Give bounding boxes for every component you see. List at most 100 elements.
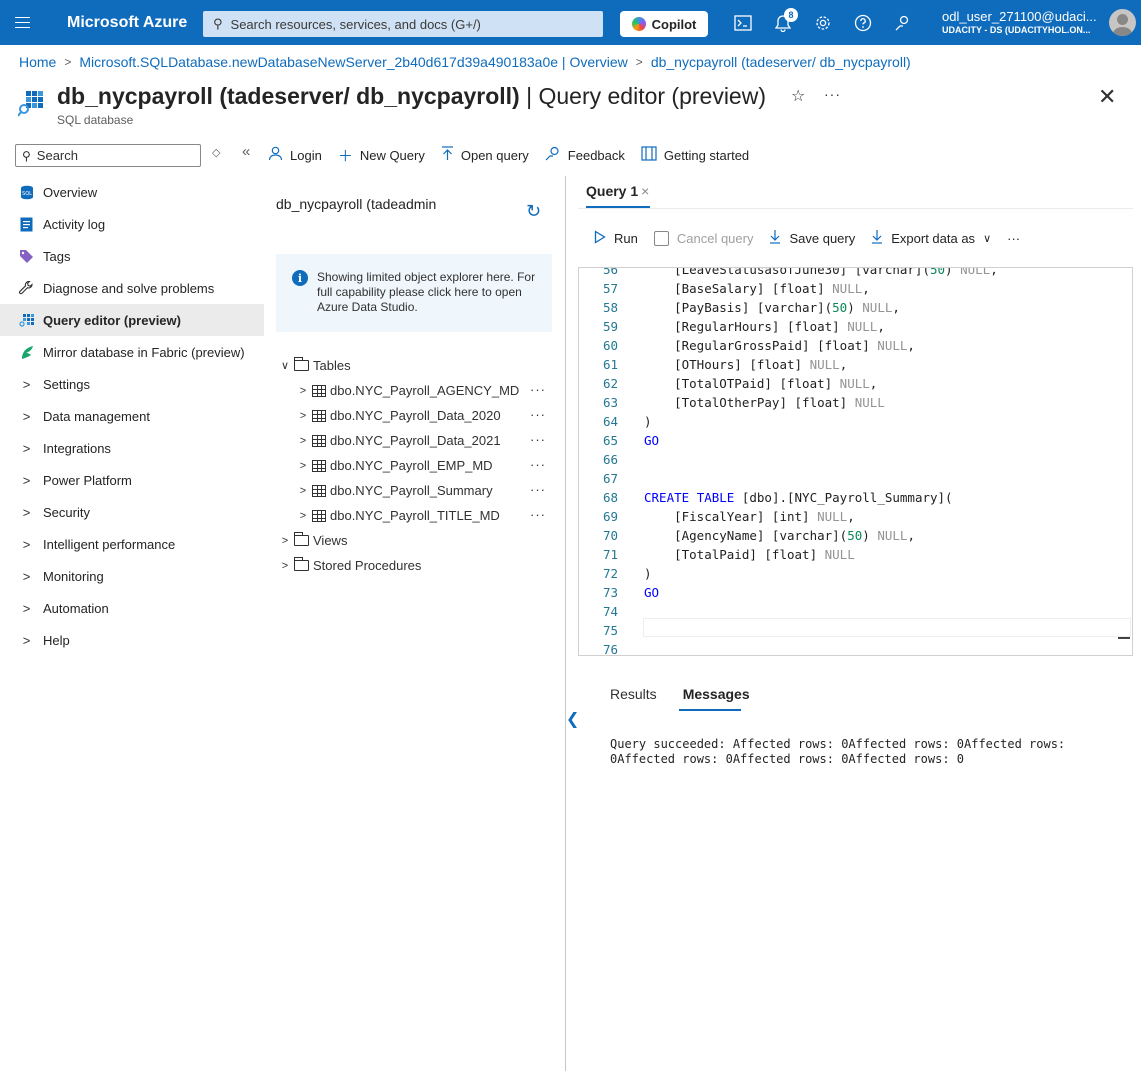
menu-icon[interactable] [0,0,45,45]
export-data-dropdown[interactable]: Export data as ∨ [871,229,991,247]
code-line[interactable]: 60 [RegularGrossPaid] [float] NULL, [579,336,1132,355]
sidebar-item-security[interactable]: > Security [0,496,264,528]
sidebar-item-automation[interactable]: > Automation [0,592,264,624]
avatar[interactable] [1109,9,1136,36]
code-line[interactable]: 67 [579,469,1132,488]
copilot-icon [631,17,646,31]
code-line[interactable]: 65 GO [579,431,1132,450]
feedback-icon[interactable] [892,12,914,34]
more-options-icon[interactable]: ··· [1007,231,1020,246]
cancel-query-button[interactable]: Cancel query [653,230,753,246]
code-line[interactable]: 62 [TotalOTPaid] [float] NULL, [579,374,1132,393]
help-icon[interactable] [852,12,874,34]
code-line[interactable]: 72) [579,564,1132,583]
brand-label[interactable]: Microsoft Azure [67,14,197,32]
pane-splitter[interactable] [565,176,566,1071]
code-line[interactable]: 75 [579,621,1132,640]
sql-code-editor[interactable]: 56 [LeaveStatusasofJune30] [varchar](50)… [578,267,1133,656]
chevron-right-icon: > [635,55,643,69]
open-query-button[interactable]: Open query [441,145,529,165]
sidebar-item-activity-log[interactable]: Activity log [0,208,264,240]
more-options-icon[interactable]: ··· [530,407,546,422]
code-line[interactable]: 76 [579,640,1132,655]
table-icon [312,384,326,397]
info-banner[interactable]: i Showing limited object explorer here. … [276,254,552,332]
settings-gear-icon[interactable] [812,12,834,34]
refresh-icon[interactable]: ↻ [526,201,541,222]
chevron-left-icon[interactable]: ❮ [566,709,579,729]
code-line[interactable]: 73 GO [579,583,1132,602]
code-line[interactable]: 68 CREATE TABLE [dbo].[NYC_Payroll_Summar… [579,488,1132,507]
cloud-shell-icon[interactable] [732,12,754,34]
code-line[interactable]: 64) [579,412,1132,431]
tree-node-table[interactable]: > dbo.NYC_Payroll_TITLE_MD ··· [278,503,558,528]
more-options-icon[interactable]: ··· [530,507,546,522]
tree-node-views[interactable]: > Views [278,528,558,553]
more-options-icon[interactable]: ··· [530,432,546,447]
sidebar-item-power-platform[interactable]: > Power Platform [0,464,264,496]
sidebar-item-overview[interactable]: SQL Overview [0,176,264,208]
save-query-button[interactable]: Save query [769,229,855,247]
tab-results[interactable]: Results [610,686,657,702]
sort-icon[interactable]: ◇ [212,146,220,159]
code-line[interactable]: 61 [OTHours] [float] NULL, [579,355,1132,374]
login-button[interactable]: Login [268,146,322,165]
code-line[interactable]: 66 [579,450,1132,469]
person-icon [268,146,283,165]
copilot-button[interactable]: Copilot [620,11,708,37]
more-options-icon[interactable]: ··· [530,457,546,472]
tree-node-tables[interactable]: ∨ Tables [278,353,558,378]
sidebar-item-label: Tags [43,248,71,264]
getting-started-button[interactable]: Getting started [641,145,749,165]
sidebar-item-mirror-fabric[interactable]: Mirror database in Fabric (preview) [0,336,264,368]
tree-node-table[interactable]: > dbo.NYC_Payroll_EMP_MD ··· [278,453,558,478]
notifications-icon[interactable]: 8 [772,8,798,34]
tab-messages[interactable]: Messages [683,686,750,702]
upload-arrow-icon [441,145,454,165]
resource-menu: SQL Overview Activity log Tags Diagnose … [0,176,264,656]
code-line[interactable]: 58 [PayBasis] [varchar](50) NULL, [579,298,1132,317]
more-options-icon[interactable]: ··· [530,482,546,497]
sidebar-item-help[interactable]: > Help [0,624,264,656]
code-line[interactable]: 63 [TotalOtherPay] [float] NULL [579,393,1132,412]
code-line[interactable]: 56 [LeaveStatusasofJune30] [varchar](50)… [579,268,1132,279]
sidebar-item-integrations[interactable]: > Integrations [0,432,264,464]
sidebar-item-diagnose[interactable]: Diagnose and solve problems [0,272,264,304]
new-query-button[interactable]: ＋ New Query [338,145,425,166]
account-info[interactable]: odl_user_271100@udaci... UDACITY - DS (U… [942,9,1107,35]
sidebar-item-query-editor[interactable]: Query editor (preview) [0,304,264,336]
sidebar-item-intelligent-performance[interactable]: > Intelligent performance [0,528,264,560]
tree-node-table[interactable]: > dbo.NYC_Payroll_AGENCY_MD ··· [278,378,558,403]
svg-text:SQL: SQL [22,191,32,197]
code-text: [TotalOtherPay] [float] NULL [644,395,885,410]
code-line[interactable]: 74 [579,602,1132,621]
close-icon[interactable]: ✕ [1098,84,1116,110]
code-line[interactable]: 71 [TotalPaid] [float] NULL [579,545,1132,564]
code-line[interactable]: 70 [AgencyName] [varchar](50) NULL, [579,526,1132,545]
code-line[interactable]: 69 [FiscalYear] [int] NULL, [579,507,1132,526]
tab-query-1[interactable]: Query 1 × [586,183,649,199]
tree-node-table[interactable]: > dbo.NYC_Payroll_Data_2021 ··· [278,428,558,453]
tree-node-stored-procedures[interactable]: > Stored Procedures [278,553,558,578]
run-button[interactable]: Run [594,229,638,247]
sidebar-item-data-management[interactable]: > Data management [0,400,264,432]
breadcrumb-database-link[interactable]: db_nycpayroll (tadeserver/ db_nycpayroll… [651,54,911,70]
tree-node-table[interactable]: > dbo.NYC_Payroll_Data_2020 ··· [278,403,558,428]
sidebar-item-settings[interactable]: > Settings [0,368,264,400]
sidebar-item-monitoring[interactable]: > Monitoring [0,560,264,592]
global-search-input[interactable]: ⚲ Search resources, services, and docs (… [203,11,603,37]
code-line[interactable]: 59 [RegularHours] [float] NULL, [579,317,1132,336]
breadcrumb-home-link[interactable]: Home [19,54,56,70]
more-options-icon[interactable]: ··· [824,86,841,102]
resource-menu-search-input[interactable]: ⚲ Search [15,144,201,167]
collapse-menu-icon[interactable]: « [242,143,250,160]
sidebar-item-tags[interactable]: Tags [0,240,264,272]
more-options-icon[interactable]: ··· [530,382,546,397]
feedback-button[interactable]: Feedback [545,146,625,165]
favorite-star-icon[interactable]: ☆ [791,86,805,106]
code-line[interactable]: 57 [BaseSalary] [float] NULL, [579,279,1132,298]
user-name: odl_user_271100@udaci... [942,9,1097,24]
tree-node-table[interactable]: > dbo.NYC_Payroll_Summary ··· [278,478,558,503]
breadcrumb-deployment-link[interactable]: Microsoft.SQLDatabase.newDatabaseNewServ… [79,54,627,70]
close-tab-icon[interactable]: × [641,183,649,199]
